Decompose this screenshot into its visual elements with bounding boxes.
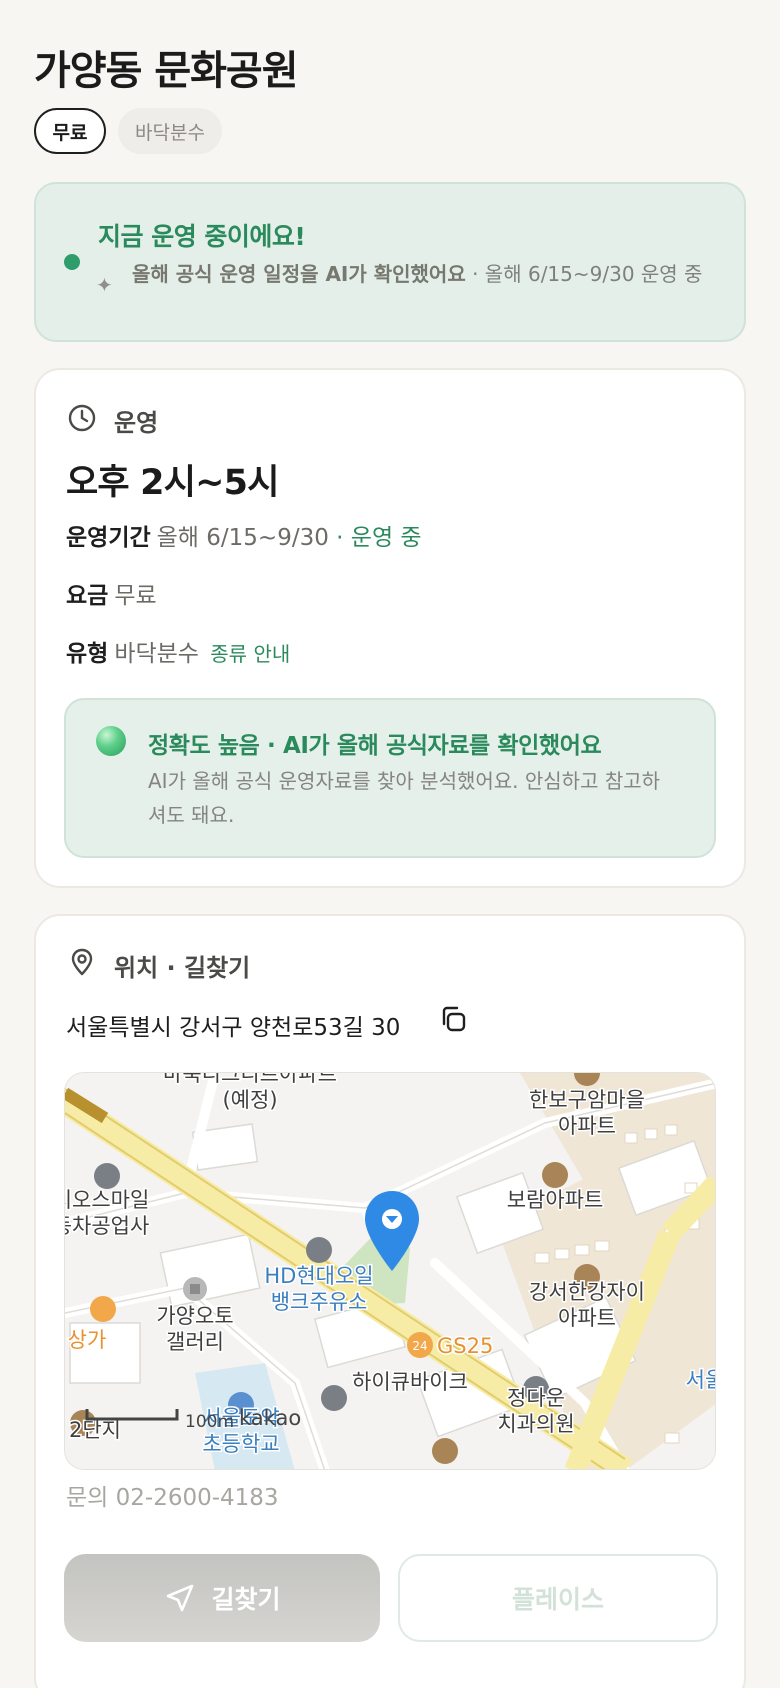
- map-label-hd-2: 뱅크주유소: [271, 1290, 368, 1314]
- status-banner: 지금 운영 중이에요! ✦ 올해 공식 운영 일정을 AI가 확인했어요 · 올…: [34, 182, 746, 342]
- section-label-location: 위치 · 길찾기: [114, 954, 251, 982]
- navigation-arrow-icon: [167, 1584, 194, 1612]
- place-detail-page: 가양동 문화공원 무료 바닥분수 지금 운영 중이에요! ✦ 올해 공식 운영 …: [0, 0, 780, 1688]
- section-label-operation: 운영: [114, 409, 159, 437]
- location-map[interactable]: 24 바욱디그디르아파트 (예정) 한보구암마을 아파트 보람아파트 지오스마일…: [64, 1072, 716, 1470]
- map-label-gayang-1: 가양오토: [156, 1304, 233, 1328]
- map-label-boram: 보람아파트: [507, 1188, 604, 1212]
- period-row: 운영기간 올해 6/15~9/30 · 운영 중: [66, 518, 422, 552]
- fee-row: 요금 무료: [66, 576, 157, 610]
- accuracy-title: 정확도 높음 · AI가 올해 공식자료를 확인했어요: [148, 733, 602, 759]
- type-value: 바닥분수: [114, 641, 199, 667]
- route-button-label: 길찾기: [211, 1585, 281, 1614]
- svg-text:24: 24: [412, 1339, 427, 1353]
- map-label-dental-2: 치과의원: [497, 1412, 574, 1436]
- map-label-gangseo-2: 아파트: [558, 1306, 616, 1330]
- map-label-hanbogu-1: 한보구암마을: [529, 1088, 645, 1112]
- map-label-apt-planned-top: 바욱디그디르아파트: [163, 1073, 337, 1086]
- accuracy-description: AI가 올해 공식 운영자료를 찾아 분석했어요. 안심하고 참고하셔도 돼요.: [148, 769, 661, 827]
- page-title: 가양동 문화공원: [34, 48, 299, 94]
- place-button[interactable]: 플레이스: [398, 1554, 718, 1642]
- map-label-hicube: 하이큐바이크: [352, 1370, 468, 1394]
- accuracy-box: 정확도 높음 · AI가 올해 공식자료를 확인했어요 AI가 올해 공식 운영…: [64, 698, 716, 858]
- map-label-hanbogu-2: 아파트: [558, 1114, 616, 1138]
- route-button[interactable]: 길찾기: [64, 1554, 380, 1642]
- map-label-jios-1: 지오스마일: [65, 1188, 149, 1212]
- contact-phone[interactable]: 문의 02-2600-4183: [66, 1478, 279, 1512]
- map-scale-label: 100m: [185, 1412, 234, 1432]
- map-label-seoul-right: 서울: [686, 1368, 716, 1392]
- tag-free[interactable]: 무료: [34, 108, 106, 154]
- ai-orb-icon: [96, 726, 126, 756]
- map-label-dental-1: 정다운: [507, 1386, 565, 1410]
- period-key: 운영기간: [66, 525, 151, 551]
- status-subtitle: 올해 공식 운영 일정을 AI가 확인했어요 · 올해 6/15~9/30 운영…: [132, 260, 730, 289]
- status-sub-rest: · 올해 6/15~9/30 운영 중: [465, 262, 703, 286]
- sparkle-icon: ✦: [96, 273, 113, 297]
- map-label-gs25: GS25: [437, 1334, 493, 1358]
- address-text: 서울특별시 강서구 양천로53길 30: [66, 1015, 401, 1041]
- location-card: 위치 · 길찾기 서울특별시 강서구 양천로53길 30 24 바욱디그디르아파…: [34, 914, 746, 1688]
- map-brand-label: kakao: [239, 1406, 301, 1430]
- status-sub-bold: 올해 공식 운영 일정을 AI가 확인했어요: [132, 262, 466, 286]
- map-label-danji: 2단지: [69, 1418, 121, 1442]
- map-label-gayang-2: 갤러리: [166, 1330, 224, 1354]
- type-key: 유형: [66, 641, 109, 667]
- type-guide-link[interactable]: 종류 안내: [210, 642, 290, 666]
- status-indicator-dot: [64, 254, 80, 270]
- operation-card: 운영 오후 2시~5시 운영기간 올해 6/15~9/30 · 운영 중 요금 무료…: [34, 368, 746, 888]
- fee-key: 요금: [66, 583, 109, 609]
- map-label-hd-1: HD현대오일: [264, 1264, 373, 1288]
- operating-hours: 오후 2시~5시: [66, 463, 279, 503]
- status-title: 지금 운영 중이에요!: [98, 222, 306, 251]
- period-status: · 운영 중: [336, 525, 422, 551]
- clock-icon: [68, 404, 96, 432]
- map-label-jios-2: 동차공업사: [65, 1214, 149, 1238]
- place-button-label: 플레이스: [511, 1585, 604, 1614]
- map-label-sangga: 상가: [68, 1328, 107, 1352]
- fee-value: 무료: [114, 583, 157, 609]
- map-label-school-2: 초등학교: [202, 1432, 279, 1456]
- location-pin-icon: [71, 948, 93, 976]
- tag-type[interactable]: 바닥분수: [118, 108, 222, 154]
- map-label-gangseo-1: 강서한강자이: [529, 1280, 645, 1304]
- map-canvas: 24 바욱디그디르아파트 (예정) 한보구암마을 아파트 보람아파트 지오스마일…: [65, 1073, 716, 1469]
- copy-icon[interactable]: [438, 1004, 468, 1034]
- period-value: 올해 6/15~9/30: [156, 525, 329, 551]
- type-row: 유형 바닥분수 종류 안내: [66, 634, 290, 668]
- map-label-apt-planned: (예정): [222, 1088, 277, 1112]
